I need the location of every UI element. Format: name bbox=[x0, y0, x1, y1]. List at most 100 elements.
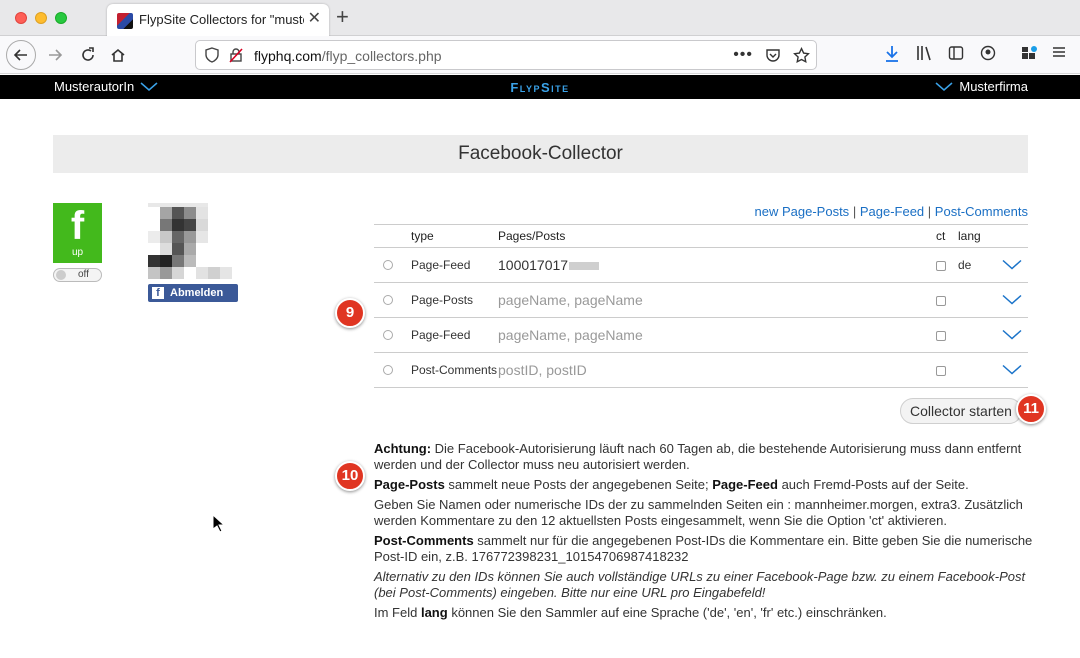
download-icon bbox=[886, 46, 898, 62]
facebook-status-label: up bbox=[71, 247, 84, 258]
browser-tab[interactable]: FlypSite Collectors for "musterf ✕ bbox=[107, 4, 329, 36]
row-select-radio[interactable] bbox=[383, 260, 393, 270]
downloads-button[interactable] bbox=[884, 45, 900, 63]
flypsite-favicon-icon bbox=[117, 13, 133, 29]
collector-table: type Pages/Posts ct lang Page-Feed 10001… bbox=[374, 224, 1028, 388]
url-bar[interactable]: flyphq.com/flyp_collectors.php ••• bbox=[195, 40, 817, 70]
note-post-comments: Post-Comments sammelt nur für die angege… bbox=[374, 533, 1033, 564]
row-type: Page-Feed bbox=[411, 258, 471, 272]
brand-logo: FlypSite bbox=[510, 80, 570, 95]
new-page-posts-link[interactable]: new Page-Posts bbox=[755, 204, 850, 219]
arrow-left-icon bbox=[13, 49, 27, 61]
library-button[interactable] bbox=[916, 45, 934, 61]
row-select-radio[interactable] bbox=[383, 365, 393, 375]
library-icon bbox=[917, 46, 931, 61]
zoom-window-button[interactable] bbox=[55, 12, 67, 24]
header-pages: Pages/Posts bbox=[498, 229, 566, 243]
table-row: Page-Feed pageName, pageName bbox=[374, 318, 1028, 353]
shield-icon[interactable] bbox=[204, 47, 220, 63]
reload-button[interactable] bbox=[73, 40, 103, 70]
url-text[interactable]: flyphq.com/flyp_collectors.php bbox=[254, 48, 442, 64]
chevron-down-icon[interactable] bbox=[1002, 259, 1022, 271]
home-icon bbox=[111, 48, 125, 62]
browser-titlebar: FlypSite Collectors for "musterf ✕ + bbox=[0, 0, 1080, 36]
collector-links: new Page-Posts | Page-Feed | Post-Commen… bbox=[755, 204, 1028, 219]
menu-button[interactable] bbox=[1052, 45, 1066, 59]
chevron-down-icon[interactable] bbox=[1002, 329, 1022, 341]
chevron-down-icon[interactable] bbox=[1002, 294, 1022, 306]
header-lang: lang bbox=[958, 229, 981, 243]
mouse-pointer-icon bbox=[212, 514, 224, 532]
annotation-badge-9: 9 bbox=[335, 298, 365, 328]
note-alternative: Alternativ zu den IDs können Sie auch vo… bbox=[374, 569, 1026, 600]
ct-checkbox[interactable] bbox=[936, 261, 946, 271]
row-select-radio[interactable] bbox=[383, 295, 393, 305]
note-lang: Im Feld lang können Sie den Sammler auf … bbox=[374, 605, 887, 620]
post-comments-link[interactable]: Post-Comments bbox=[935, 204, 1028, 219]
pages-input[interactable]: pageName, pageName bbox=[498, 292, 643, 308]
help-notes: Achtung: Die Facebook-Autorisierung läuf… bbox=[374, 441, 1034, 625]
link-separator: | bbox=[927, 204, 932, 219]
chevron-down-icon bbox=[935, 81, 953, 91]
facebook-icon: f bbox=[152, 287, 164, 299]
note-page-posts: Page-Posts sammelt neue Posts der angege… bbox=[374, 477, 969, 492]
minimize-window-button[interactable] bbox=[35, 12, 47, 24]
avatar bbox=[148, 203, 236, 283]
account-icon bbox=[980, 45, 996, 61]
facebook-status-tile: f up bbox=[53, 203, 102, 263]
pages-input[interactable]: postID, postID bbox=[498, 362, 587, 378]
chevron-down-icon[interactable] bbox=[1002, 364, 1022, 376]
annotation-badge-10: 10 bbox=[335, 461, 365, 491]
tab-title: FlypSite Collectors for "musterf bbox=[139, 12, 304, 27]
app-header: MusterautorIn FlypSite Musterfirma bbox=[0, 75, 1080, 99]
link-separator: | bbox=[852, 204, 857, 219]
header-ct: ct bbox=[936, 229, 946, 243]
facebook-letter: f bbox=[70, 204, 85, 248]
pocket-icon[interactable] bbox=[765, 47, 781, 63]
sidebar-button[interactable] bbox=[948, 45, 964, 61]
hamburger-menu-icon bbox=[1053, 47, 1065, 57]
page-feed-link[interactable]: Page-Feed bbox=[860, 204, 924, 219]
note-names: Geben Sie Namen oder numerische IDs der … bbox=[374, 497, 1023, 528]
new-tab-icon[interactable]: + bbox=[336, 6, 349, 28]
row-type: Page-Posts bbox=[411, 293, 474, 307]
company-name: Musterfirma bbox=[959, 79, 1028, 94]
insecure-lock-icon[interactable] bbox=[228, 47, 244, 63]
reload-icon bbox=[82, 47, 94, 61]
logout-label: Abmelden bbox=[170, 287, 224, 299]
url-actions: ••• bbox=[733, 46, 810, 64]
pages-input[interactable]: 100017017 bbox=[498, 257, 600, 273]
home-button[interactable] bbox=[103, 40, 133, 70]
company-menu[interactable]: Musterfirma bbox=[935, 79, 1028, 94]
facebook-logout-button[interactable]: f Abmelden bbox=[148, 284, 238, 302]
more-actions-icon[interactable]: ••• bbox=[733, 46, 753, 64]
extensions-button[interactable] bbox=[1020, 45, 1038, 63]
table-row: Post-Comments postID, postID bbox=[374, 353, 1028, 388]
sidebar-icon bbox=[948, 46, 964, 60]
table-header: type Pages/Posts ct lang bbox=[374, 224, 1028, 248]
close-window-button[interactable] bbox=[15, 12, 27, 24]
extensions-icon bbox=[1022, 46, 1037, 59]
ct-checkbox[interactable] bbox=[936, 331, 946, 341]
collector-toggle[interactable]: off bbox=[53, 268, 102, 282]
account-button[interactable] bbox=[980, 45, 996, 61]
browser-navbar: flyphq.com/flyp_collectors.php ••• bbox=[0, 36, 1080, 74]
row-select-radio[interactable] bbox=[383, 330, 393, 340]
forward-button[interactable] bbox=[40, 40, 70, 70]
close-tab-icon[interactable]: ✕ bbox=[308, 11, 321, 27]
collector-start-button[interactable]: Collector starten bbox=[900, 398, 1022, 424]
back-button[interactable] bbox=[6, 40, 36, 70]
bookmark-star-icon[interactable] bbox=[793, 46, 810, 64]
header-type: type bbox=[411, 229, 434, 243]
annotation-badge-11: 11 bbox=[1016, 394, 1046, 424]
pages-input[interactable]: pageName, pageName bbox=[498, 327, 643, 343]
arrow-right-icon bbox=[49, 49, 63, 61]
redacted-digits bbox=[569, 262, 600, 271]
ct-checkbox[interactable] bbox=[936, 296, 946, 306]
lang-input[interactable]: de bbox=[958, 258, 971, 272]
ct-checkbox[interactable] bbox=[936, 366, 946, 376]
page-title: Facebook-Collector bbox=[53, 135, 1028, 173]
row-type: Post-Comments bbox=[411, 363, 498, 377]
note-achtung: Achtung: Die Facebook-Autorisierung läuf… bbox=[374, 441, 1022, 472]
toggle-knob bbox=[56, 270, 66, 280]
